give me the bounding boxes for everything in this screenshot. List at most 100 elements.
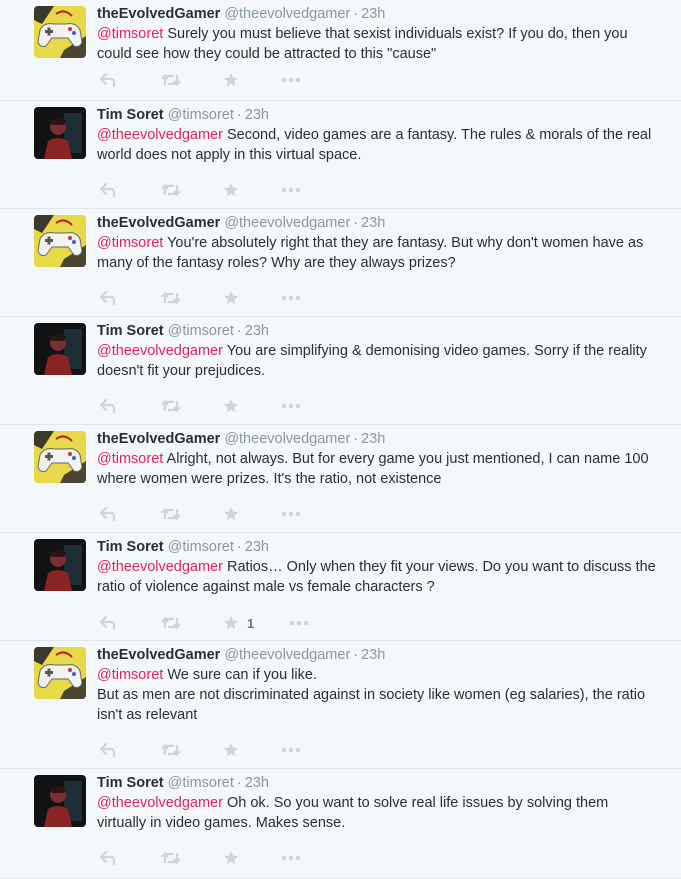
user-handle[interactable]: @theevolvedgamer: [224, 431, 350, 447]
star-icon: [224, 183, 238, 197]
timestamp[interactable]: 23h: [361, 647, 385, 663]
tweet[interactable]: theEvolvedGamer @theevolvedgamer · 23h @tim…: [0, 0, 681, 101]
game-controller-avatar[interactable]: [34, 215, 86, 267]
favorite-count: 1: [247, 615, 255, 631]
retweet-button[interactable]: [161, 504, 181, 524]
tweet[interactable]: Tim Soret @timsoret · 23h @theevolvedgamer …: [0, 533, 681, 641]
favorite-button[interactable]: [223, 396, 239, 416]
mention-link[interactable]: @timsoret: [97, 235, 163, 251]
mention-link[interactable]: @theevolvedgamer: [97, 559, 223, 575]
game-controller-avatar[interactable]: [34, 6, 86, 58]
more-button[interactable]: [281, 504, 301, 524]
star-icon: [224, 507, 238, 521]
more-button[interactable]: [281, 740, 301, 760]
tweet-text-line: @timsoret You're absolutely right that t…: [97, 233, 657, 273]
retweet-button[interactable]: [161, 70, 181, 90]
retweet-button[interactable]: [161, 613, 181, 633]
dark-portrait-avatar[interactable]: [34, 323, 86, 375]
timestamp[interactable]: 23h: [245, 539, 269, 555]
tweet[interactable]: Tim Soret @timsoret · 23h @theevolvedgamer …: [0, 769, 681, 879]
user-name[interactable]: Tim Soret: [97, 107, 164, 123]
timestamp[interactable]: 23h: [245, 775, 269, 791]
timestamp[interactable]: 23h: [361, 431, 385, 447]
mention-link[interactable]: @timsoret: [97, 451, 163, 467]
user-handle[interactable]: @timsoret: [168, 775, 234, 791]
user-handle[interactable]: @theevolvedgamer: [224, 215, 350, 231]
user-name[interactable]: Tim Soret: [97, 539, 164, 555]
user-handle[interactable]: @theevolvedgamer: [224, 6, 350, 22]
timestamp[interactable]: 23h: [245, 323, 269, 339]
reply-button[interactable]: [100, 288, 116, 308]
dark-portrait-avatar[interactable]: [34, 539, 86, 591]
game-controller-avatar[interactable]: [34, 431, 86, 483]
tweet[interactable]: theEvolvedGamer @theevolvedgamer · 23h @tim…: [0, 425, 681, 533]
dark-portrait-avatar[interactable]: [34, 775, 86, 827]
retweet-button[interactable]: [161, 180, 181, 200]
user-name[interactable]: theEvolvedGamer: [97, 6, 220, 22]
tweet[interactable]: theEvolvedGamer @theevolvedgamer · 23h @tim…: [0, 209, 681, 317]
mention-link[interactable]: @timsoret: [97, 26, 163, 42]
reply-icon: [100, 183, 116, 197]
more-button[interactable]: [289, 613, 309, 633]
favorite-button[interactable]: [223, 740, 239, 760]
more-button[interactable]: [281, 180, 301, 200]
retweet-button[interactable]: [161, 848, 181, 868]
user-handle[interactable]: @timsoret: [168, 107, 234, 123]
timestamp[interactable]: 23h: [361, 6, 385, 22]
separator-dot: ·: [353, 647, 359, 663]
separator-dot: ·: [353, 215, 359, 231]
reply-button[interactable]: [100, 396, 116, 416]
favorite-button[interactable]: [223, 848, 239, 868]
reply-button[interactable]: [100, 180, 116, 200]
mention-link[interactable]: @theevolvedgamer: [97, 795, 223, 811]
more-button[interactable]: [281, 848, 301, 868]
tweet-text: @timsoret We sure can if you like. But a…: [97, 665, 657, 725]
favorite-button[interactable]: 1: [223, 613, 254, 633]
tweet-header: Tim Soret @timsoret · 23h: [97, 773, 269, 793]
user-name[interactable]: Tim Soret: [97, 775, 164, 791]
mention-link[interactable]: @theevolvedgamer: [97, 127, 223, 143]
more-button[interactable]: [281, 396, 301, 416]
retweet-button[interactable]: [161, 396, 181, 416]
favorite-button[interactable]: [223, 504, 239, 524]
more-button[interactable]: [281, 70, 301, 90]
retweet-button[interactable]: [161, 288, 181, 308]
reply-button[interactable]: [100, 613, 116, 633]
mention-link[interactable]: @timsoret: [97, 667, 163, 683]
dark-portrait-avatar[interactable]: [34, 107, 86, 159]
user-name[interactable]: theEvolvedGamer: [97, 215, 220, 231]
retweet-button[interactable]: [161, 740, 181, 760]
reply-button[interactable]: [100, 740, 116, 760]
tweet[interactable]: Tim Soret @timsoret · 23h @theevolvedgamer …: [0, 317, 681, 425]
more-dots-icon: [281, 511, 301, 517]
tweet[interactable]: Tim Soret @timsoret · 23h @theevolvedgamer …: [0, 101, 681, 209]
user-handle[interactable]: @timsoret: [168, 539, 234, 555]
tweet[interactable]: theEvolvedGamer @theevolvedgamer · 23h @tim…: [0, 641, 681, 769]
user-name[interactable]: Tim Soret: [97, 323, 164, 339]
more-dots-icon: [281, 77, 301, 83]
timestamp[interactable]: 23h: [245, 107, 269, 123]
game-controller-avatar[interactable]: [34, 647, 86, 699]
tweet-text: @theevolvedgamer Second, video games are…: [97, 125, 657, 165]
retweet-icon: [161, 73, 181, 87]
favorite-button[interactable]: [223, 288, 239, 308]
reply-button[interactable]: [100, 848, 116, 868]
favorite-button[interactable]: [223, 180, 239, 200]
user-handle[interactable]: @timsoret: [168, 323, 234, 339]
tweet-text: @timsoret Surely you must believe that s…: [97, 24, 657, 64]
retweet-icon: [161, 183, 181, 197]
tweet-text-line: @theevolvedgamer You are simplifying & d…: [97, 341, 657, 381]
favorite-button[interactable]: [223, 70, 239, 90]
timestamp[interactable]: 23h: [361, 215, 385, 231]
user-name[interactable]: theEvolvedGamer: [97, 431, 220, 447]
more-button[interactable]: [281, 288, 301, 308]
mention-link[interactable]: @theevolvedgamer: [97, 343, 223, 359]
retweet-icon: [161, 616, 181, 630]
tweet-body: We sure can if you like.: [167, 667, 317, 683]
tweet-body: Surely you must believe that sexist indi…: [97, 26, 628, 62]
user-handle[interactable]: @theevolvedgamer: [224, 647, 350, 663]
user-name[interactable]: theEvolvedGamer: [97, 647, 220, 663]
star-icon: [224, 616, 238, 630]
reply-button[interactable]: [100, 70, 116, 90]
reply-button[interactable]: [100, 504, 116, 524]
